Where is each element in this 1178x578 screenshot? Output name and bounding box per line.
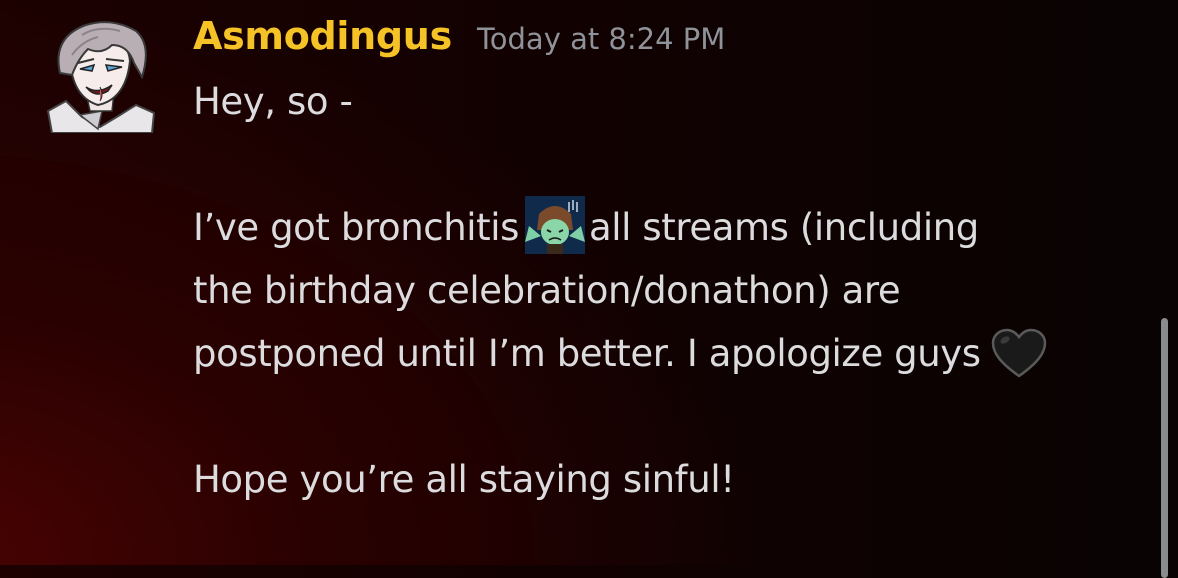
sick-character-emoji-icon[interactable] <box>525 196 585 254</box>
message-timestamp[interactable]: Today at 8:24 PM <box>477 22 725 56</box>
message-line: postponed until I’m better. I apologize … <box>193 322 1143 385</box>
message-header: Asmodingus Today at 8:24 PM <box>193 14 725 64</box>
message-line: I’ve got bronchitis all streams (includi… <box>193 196 1143 259</box>
black-heart-emoji-icon[interactable] <box>991 328 1047 380</box>
message-line: Hope you’re all staying sinful! <box>193 458 735 501</box>
message-text: I’ve got bronchitis <box>193 206 519 249</box>
avatar-image <box>46 21 156 134</box>
message-text: all streams (including <box>589 206 979 249</box>
user-avatar[interactable] <box>42 15 160 134</box>
scrollbar-thumb[interactable] <box>1161 318 1168 578</box>
message-line: the birthday celebration/donathon) are <box>193 269 901 312</box>
chat-message: Asmodingus Today at 8:24 PM Hey, so - I’… <box>0 0 1178 578</box>
message-text: postponed until I’m better. I apologize … <box>193 332 981 375</box>
message-content: Hey, so - I’ve got bronchitis all stream… <box>193 70 1143 511</box>
author-username[interactable]: Asmodingus <box>193 14 452 58</box>
message-line: Hey, so - <box>193 80 353 123</box>
